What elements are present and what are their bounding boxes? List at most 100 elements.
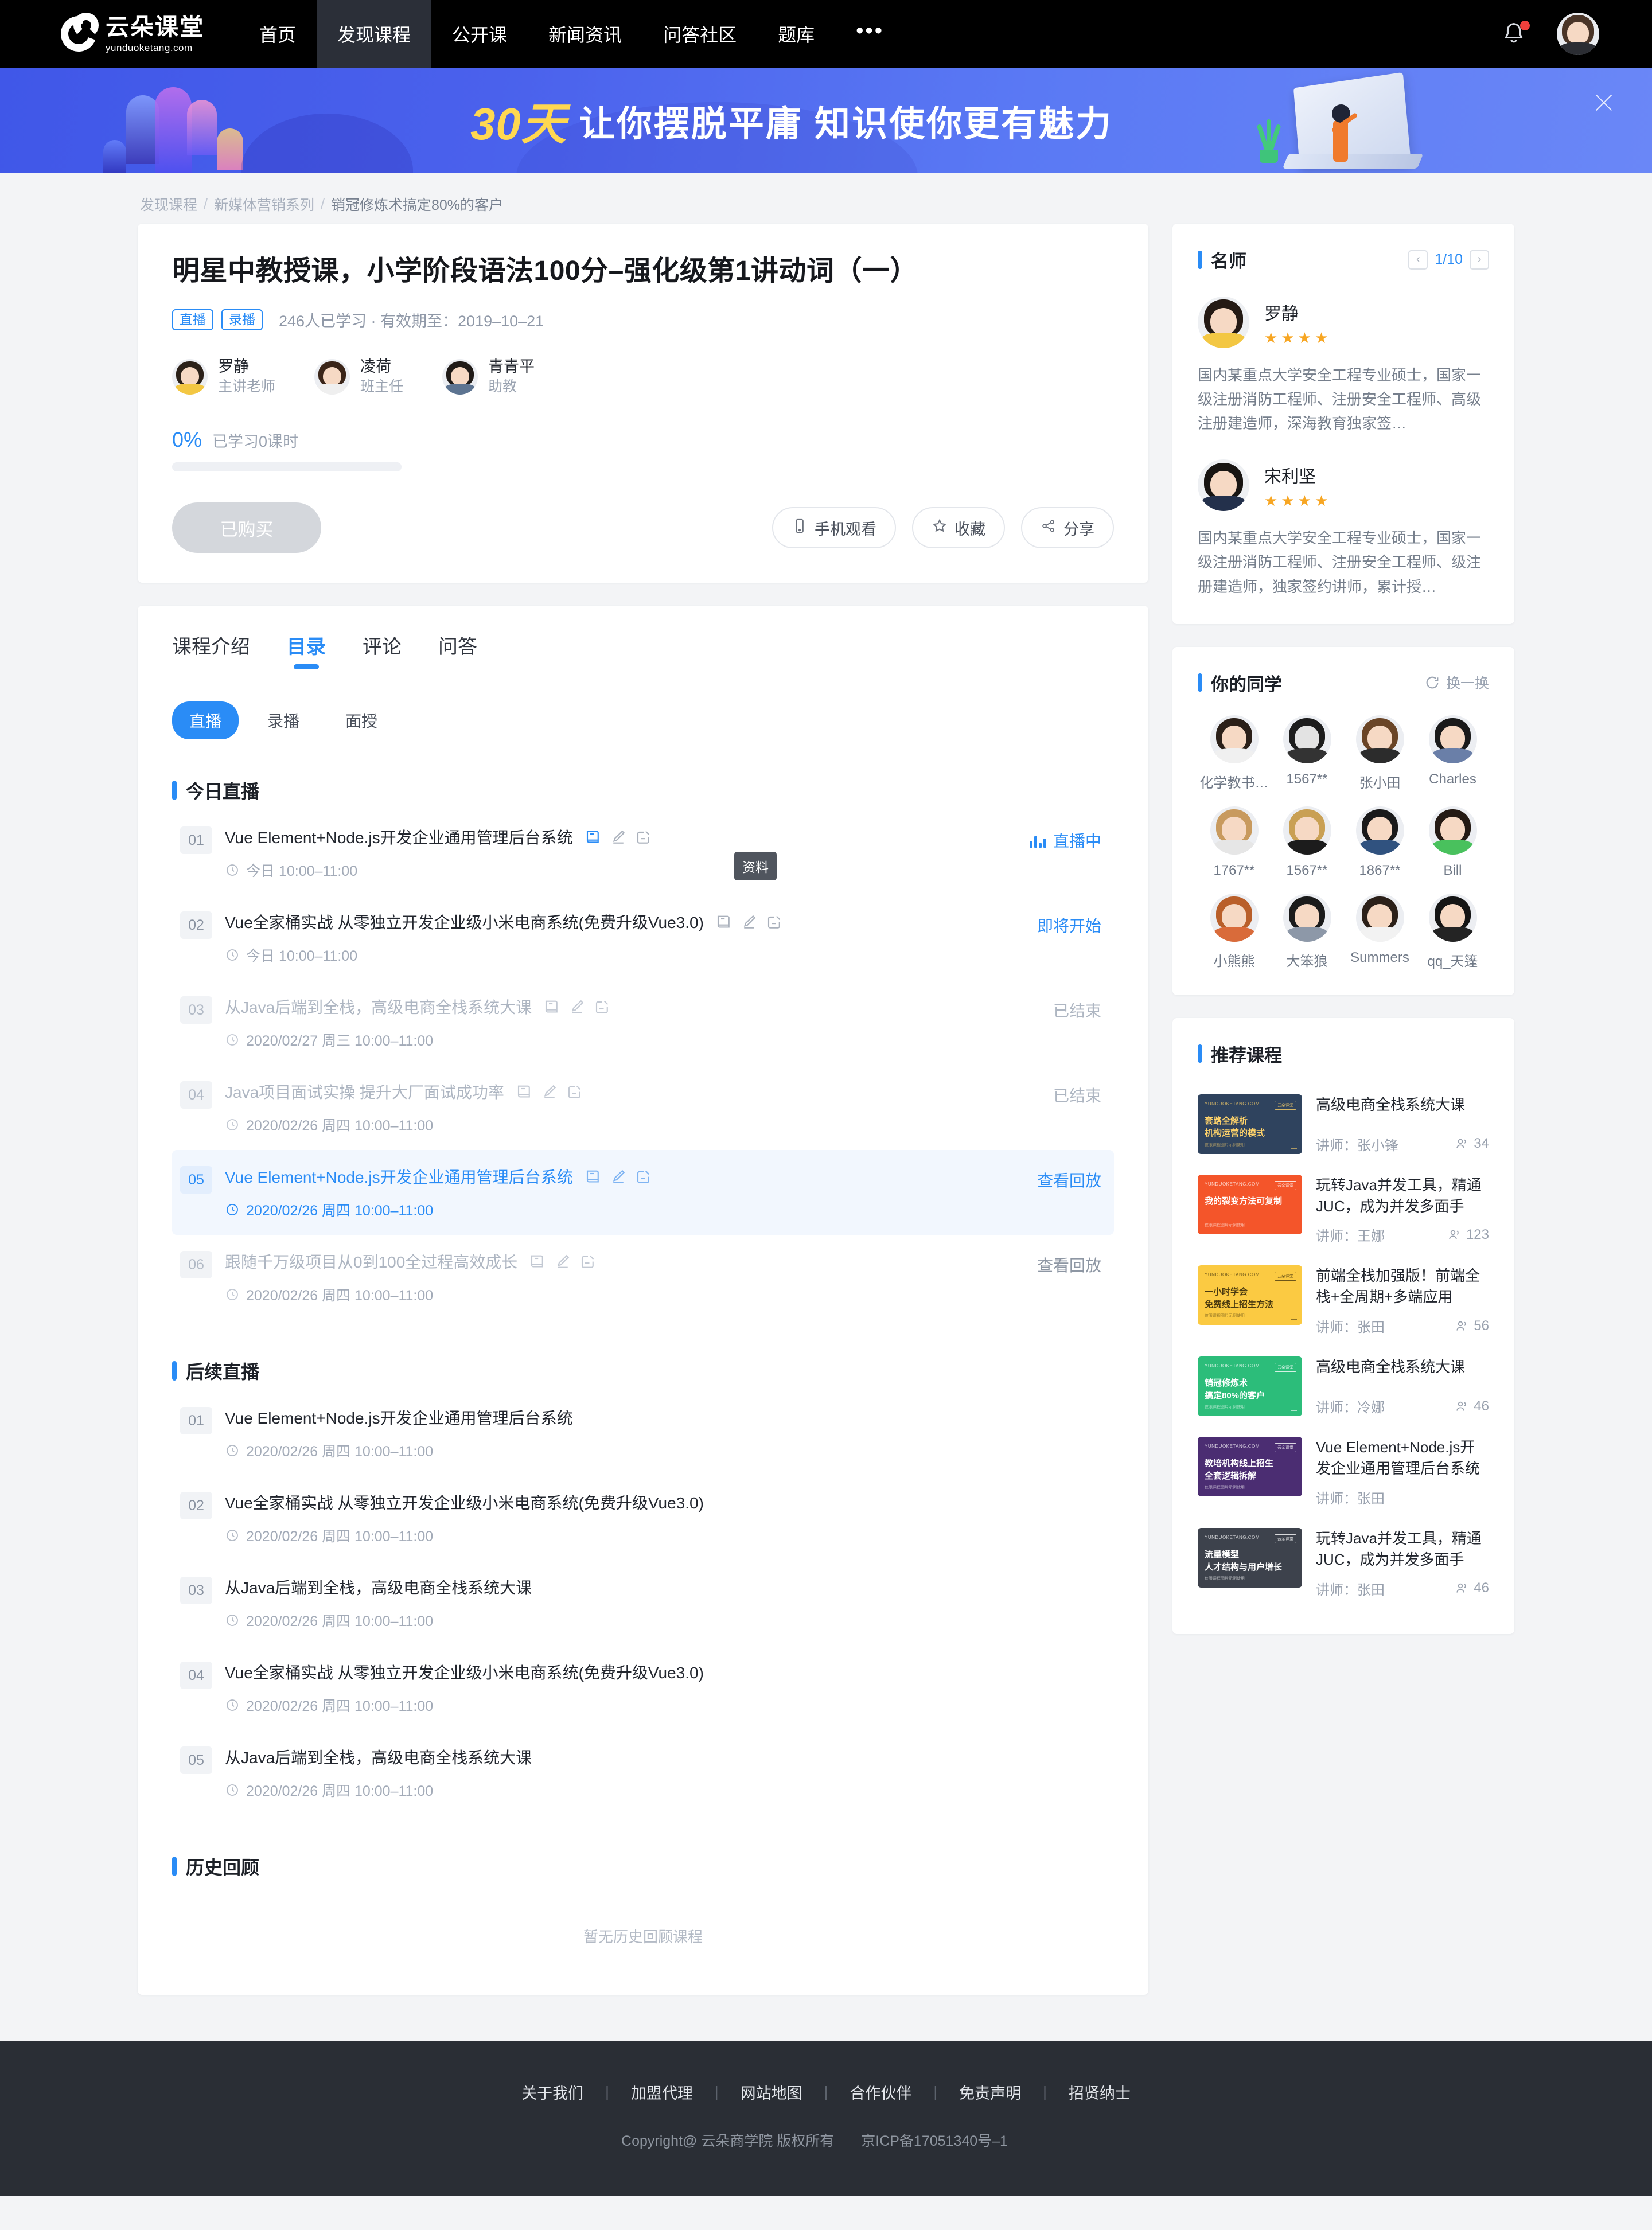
list-item[interactable]: YUNDUOKETANG.COM 云朵课堂 一小时学会 免费线上招生方法 仅限课… [1198, 1255, 1489, 1346]
course-action-row: 已购买 手机观看 收藏 分享 [172, 502, 1114, 553]
refresh-classmates-button[interactable]: 换一换 [1424, 672, 1489, 693]
nav-item-qa-community[interactable]: 问答社区 [642, 0, 757, 68]
homework-icon[interactable] [610, 828, 627, 845]
status-badge[interactable]: 查看回放 [1037, 1165, 1101, 1191]
chevron-right-icon[interactable]: › [1470, 250, 1489, 270]
nav-item-question-bank[interactable]: 题库 [757, 0, 835, 68]
exam-icon[interactable] [566, 1083, 583, 1100]
list-item[interactable]: Summers [1343, 894, 1416, 970]
banner-close-icon[interactable] [1590, 89, 1616, 116]
star-icon: ★ [1281, 330, 1294, 345]
status-badge[interactable]: 即将开始 [1037, 910, 1101, 937]
footer-link-careers[interactable]: 招贤纳士 [1047, 2081, 1152, 2103]
footer-link-sitemap[interactable]: 网站地图 [719, 2081, 824, 2103]
list-item[interactable]: Charles [1416, 715, 1489, 792]
nav-more-icon[interactable]: ••• [835, 0, 905, 68]
filter-pill-recorded[interactable]: 录播 [250, 701, 317, 739]
teacher-item[interactable]: 罗静 主讲老师 [172, 357, 275, 396]
nav-item-news[interactable]: 新闻资讯 [528, 0, 642, 68]
status-badge[interactable]: 查看回放 [1037, 1250, 1101, 1276]
homework-icon[interactable] [568, 998, 586, 1015]
status-label: 查看回放 [1037, 1168, 1101, 1191]
recommended-course-teacher: 讲师：张田 [1316, 1578, 1385, 1599]
footer-divider: | [824, 2083, 828, 2101]
thumb-footnote: 仅限课程图片示例使用 [1205, 1484, 1245, 1490]
exam-icon[interactable] [594, 998, 611, 1015]
material-icon[interactable] [585, 828, 602, 845]
tab-course-intro[interactable]: 课程介绍 [172, 631, 250, 669]
status-badge[interactable]: 直播中 [1030, 825, 1101, 852]
table-row[interactable]: 02 Vue全家桶实战 从零独立开发企业级小米电商系统(免费升级Vue3.0) … [172, 1476, 1114, 1561]
list-item[interactable]: 大笨狼 [1271, 894, 1343, 970]
material-icon[interactable] [516, 1083, 533, 1100]
user-avatar[interactable] [1557, 13, 1599, 55]
list-item[interactable]: YUNDUOKETANG.COM 云朵课堂 教培机构线上招生 全套逻辑拆解 仅限… [1198, 1426, 1489, 1518]
promo-banner[interactable]: 30天 让你摆脱平庸 知识使你更有魅力 [0, 68, 1652, 173]
exam-icon[interactable] [579, 1253, 597, 1270]
list-item[interactable]: 小熊熊 [1198, 894, 1271, 970]
nav-item-home[interactable]: 首页 [239, 0, 317, 68]
table-row[interactable]: 06 跟随千万级项目从0到100全过程高效成长 2020/02/26 周四 10… [172, 1235, 1114, 1320]
table-row[interactable]: 05 Vue Element+Node.js开发企业通用管理后台系统 2020/… [172, 1150, 1114, 1235]
teacher-item[interactable]: 青青平 助教 [442, 357, 535, 396]
homework-icon[interactable] [541, 1083, 558, 1100]
list-item[interactable]: 1867** [1343, 806, 1416, 879]
teacher-item[interactable]: 凌荷 班主任 [314, 357, 403, 396]
site-logo[interactable]: 云朵课堂 yunduoketang.com [0, 0, 239, 68]
table-row[interactable]: 04 Vue全家桶实战 从零独立开发企业级小米电商系统(免费升级Vue3.0) … [172, 1646, 1114, 1730]
footer-link-franchise[interactable]: 加盟代理 [609, 2081, 715, 2103]
footer-link-about[interactable]: 关于我们 [500, 2081, 605, 2103]
homework-icon[interactable] [554, 1253, 571, 1270]
list-item[interactable]: qq_天篷 [1416, 894, 1489, 970]
footer-link-disclaimer[interactable]: 免责声明 [937, 2081, 1043, 2103]
list-item[interactable]: 张小田 [1343, 715, 1416, 792]
favorite-button[interactable]: 收藏 [912, 507, 1005, 548]
breadcrumb-item-2[interactable]: 新媒体营销系列 [214, 194, 314, 215]
enrollment-count: 34 [1455, 1136, 1489, 1152]
clock-icon [225, 1613, 240, 1628]
purchased-button[interactable]: 已购买 [172, 502, 321, 553]
breadcrumb-item-1[interactable]: 发现课程 [140, 194, 197, 215]
list-item[interactable]: Bill [1416, 806, 1489, 879]
material-icon[interactable] [529, 1253, 546, 1270]
homework-icon[interactable] [741, 913, 758, 930]
lesson-number: 02 [180, 1492, 212, 1519]
share-button[interactable]: 分享 [1021, 507, 1114, 548]
list-item[interactable]: YUNDUOKETANG.COM 云朵课堂 销冠修炼术 搞定80%的客户 仅限课… [1198, 1346, 1489, 1426]
nav-item-discover-courses[interactable]: 发现课程 [317, 0, 431, 68]
famous-teacher-item[interactable]: 宋利坚 ★ ★ ★ ★ 国内某重点大学安全工程专业硕士，国家一级注册消防工程师、… [1198, 459, 1489, 598]
table-row[interactable]: 03 从Java后端到全栈，高级电商全栈系统大课 2020/02/27 周三 1… [172, 980, 1114, 1065]
list-item[interactable]: 1567** [1271, 806, 1343, 879]
table-row[interactable]: 04 Java项目面试实操 提升大厂面试成功率 2020/02/26 周四 10… [172, 1065, 1114, 1150]
table-row[interactable]: 01 Vue Element+Node.js开发企业通用管理后台系统 2020/… [172, 1391, 1114, 1476]
enrollment-count: 46 [1455, 1580, 1489, 1596]
nav-item-public-class[interactable]: 公开课 [431, 0, 528, 68]
table-row[interactable]: 01 Vue Element+Node.js开发企业通用管理后台系统 今日 10… [172, 810, 1114, 895]
exam-icon[interactable] [766, 913, 783, 930]
material-icon[interactable] [543, 998, 560, 1015]
list-item[interactable]: 1767** [1198, 806, 1271, 879]
notification-bell-icon[interactable] [1501, 20, 1527, 48]
tab-comments[interactable]: 评论 [363, 631, 402, 669]
list-item[interactable]: YUNDUOKETANG.COM 云朵课堂 套路全解析 机构运营的模式 仅限课程… [1198, 1084, 1489, 1164]
list-item[interactable]: 1567** [1271, 715, 1343, 792]
tab-qa[interactable]: 问答 [438, 631, 477, 669]
filter-pill-offline[interactable]: 面授 [328, 701, 395, 739]
footer-link-partners[interactable]: 合作伙伴 [828, 2081, 933, 2103]
table-row[interactable]: 05 从Java后端到全栈，高级电商全栈系统大课 2020/02/26 周四 1… [172, 1730, 1114, 1815]
famous-teacher-item[interactable]: 罗静 ★ ★ ★ ★ 国内某重点大学安全工程专业硕士，国家一级注册消防工程师、注… [1198, 297, 1489, 435]
tab-catalog[interactable]: 目录 [287, 631, 326, 669]
watch-on-phone-button[interactable]: 手机观看 [772, 507, 896, 548]
exam-icon[interactable] [635, 828, 652, 845]
exam-icon[interactable] [635, 1168, 652, 1185]
list-item[interactable]: YUNDUOKETANG.COM 云朵课堂 流量模型 人才结构与用户增长 仅限课… [1198, 1518, 1489, 1609]
filter-pill-live[interactable]: 直播 [172, 701, 239, 739]
material-icon[interactable] [715, 913, 733, 930]
material-icon[interactable] [585, 1168, 602, 1185]
homework-icon[interactable] [610, 1168, 627, 1185]
list-item[interactable]: YUNDUOKETANG.COM 云朵课堂 我的裂变方法可复制 仅限课程图片示例… [1198, 1164, 1489, 1256]
chevron-left-icon[interactable]: ‹ [1408, 250, 1428, 270]
list-item[interactable]: 化学教书… [1198, 715, 1271, 792]
table-row[interactable]: 02 Vue全家桶实战 从零独立开发企业级小米电商系统(免费升级Vue3.0) [172, 895, 1114, 980]
table-row[interactable]: 03 从Java后端到全栈，高级电商全栈系统大课 2020/02/26 周四 1… [172, 1561, 1114, 1646]
